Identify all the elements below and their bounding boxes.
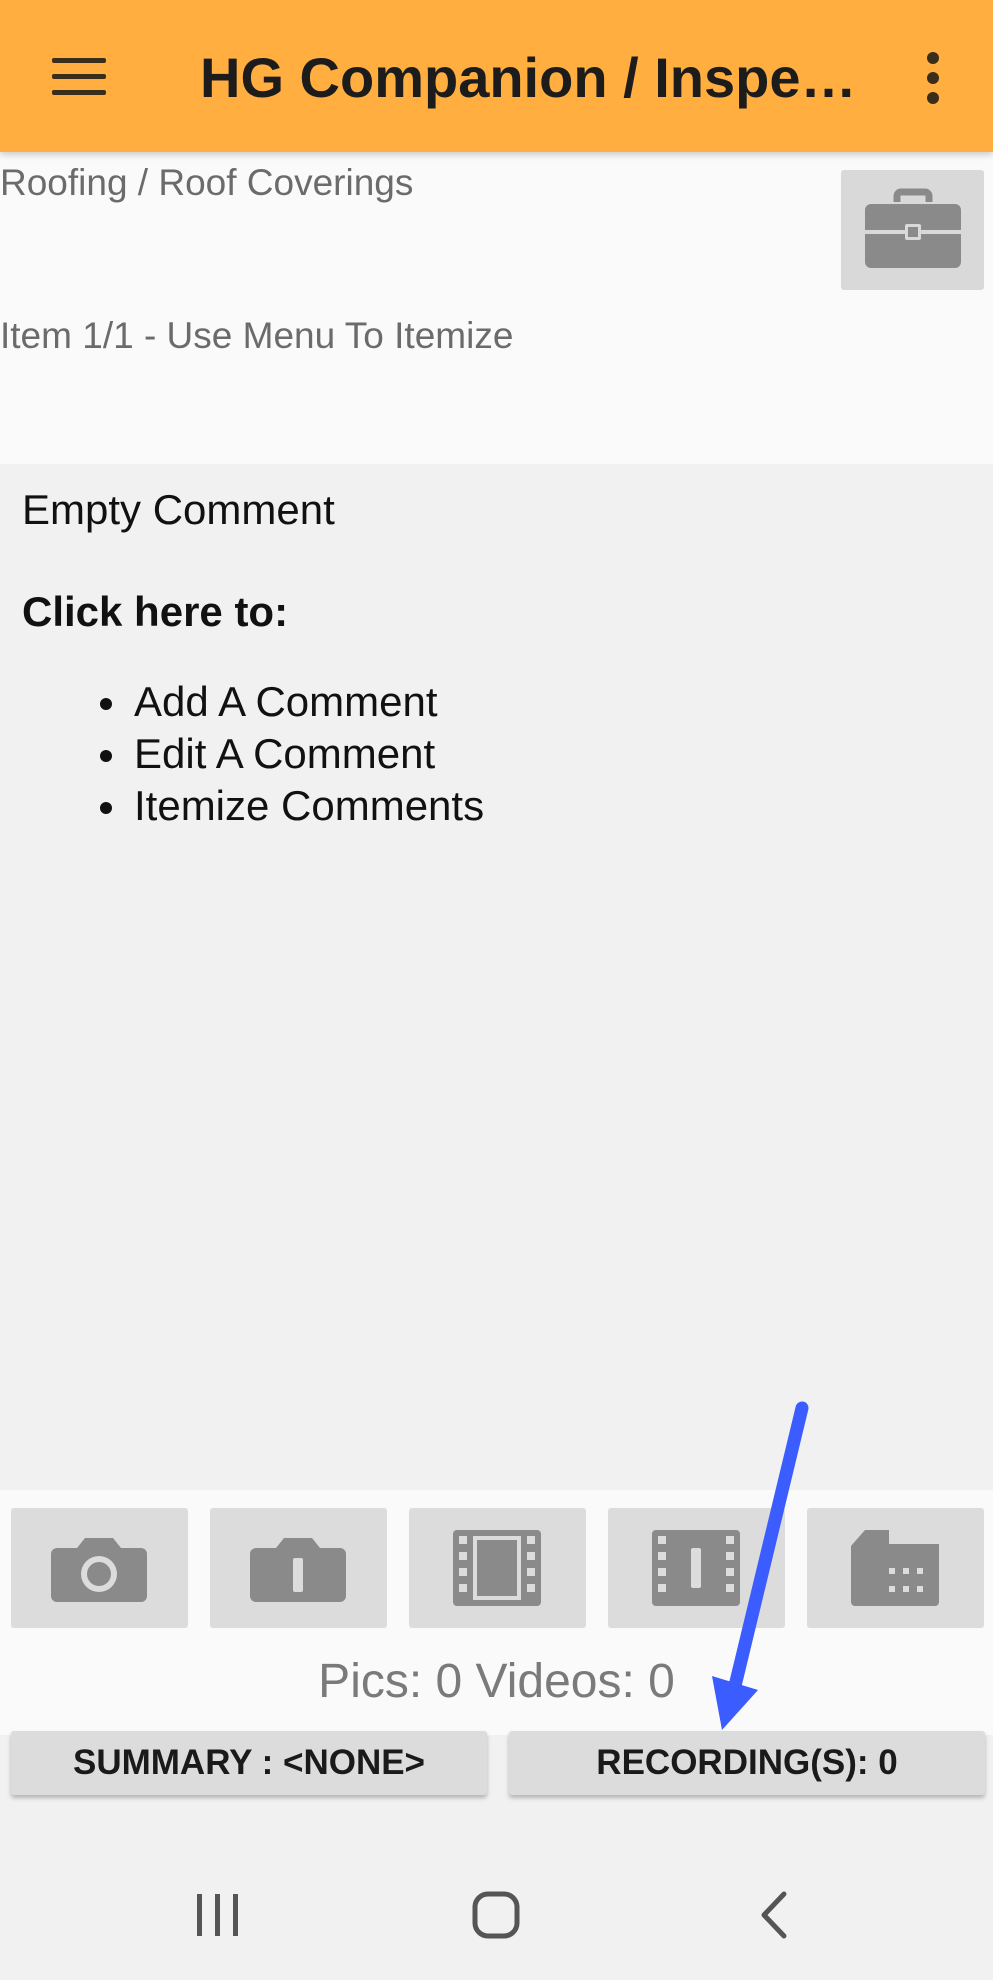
option-edit-comment: Edit A Comment <box>78 728 484 780</box>
briefcase-button[interactable] <box>841 170 984 290</box>
photo-gallery-button[interactable] <box>210 1508 387 1628</box>
camera-icon <box>51 1538 147 1602</box>
camera-alt-icon <box>250 1538 346 1602</box>
comment-options-list: Add A Comment Edit A Comment Itemize Com… <box>78 676 484 832</box>
video-gallery-button[interactable] <box>608 1508 785 1628</box>
recordings-button[interactable]: RECORDING(S): 0 <box>509 1731 985 1795</box>
media-toolbar: Pics: 0 Videos: 0 <box>0 1490 993 1735</box>
click-here-heading: Click here to: <box>22 588 289 635</box>
video-alt-icon <box>652 1530 740 1606</box>
more-vert-icon[interactable] <box>912 48 956 108</box>
comment-area[interactable]: Empty Comment Click here to: Add A Comme… <box>0 464 993 1490</box>
sd-card-icon <box>851 1530 939 1606</box>
breadcrumb: Roofing / Roof Coverings <box>0 162 414 203</box>
sd-card-button[interactable] <box>807 1508 984 1628</box>
summary-button[interactable]: SUMMARY : <NONE> <box>11 1731 487 1795</box>
option-add-comment: Add A Comment <box>78 676 484 728</box>
video-icon <box>453 1530 541 1606</box>
item-header: Roofing / Roof Coverings Item 1/1 - Use … <box>0 152 993 464</box>
home-icon[interactable] <box>461 1880 531 1950</box>
briefcase-icon <box>865 188 961 268</box>
hamburger-menu-icon[interactable] <box>52 58 106 96</box>
app-bar: HG Companion / Inspect… <box>0 0 993 152</box>
back-icon[interactable] <box>740 1880 810 1950</box>
take-photo-button[interactable] <box>11 1508 188 1628</box>
media-counts: Pics: 0 Videos: 0 <box>318 1655 675 1708</box>
page-title: HG Companion / Inspect… <box>200 46 860 109</box>
item-info: Item 1/1 - Use Menu To Itemize <box>0 315 514 356</box>
empty-comment-text: Empty Comment <box>22 486 335 533</box>
option-itemize-comments: Itemize Comments <box>78 780 484 832</box>
system-nav-bar <box>0 1848 993 1980</box>
recent-apps-icon[interactable] <box>183 1880 253 1950</box>
record-video-button[interactable] <box>409 1508 586 1628</box>
